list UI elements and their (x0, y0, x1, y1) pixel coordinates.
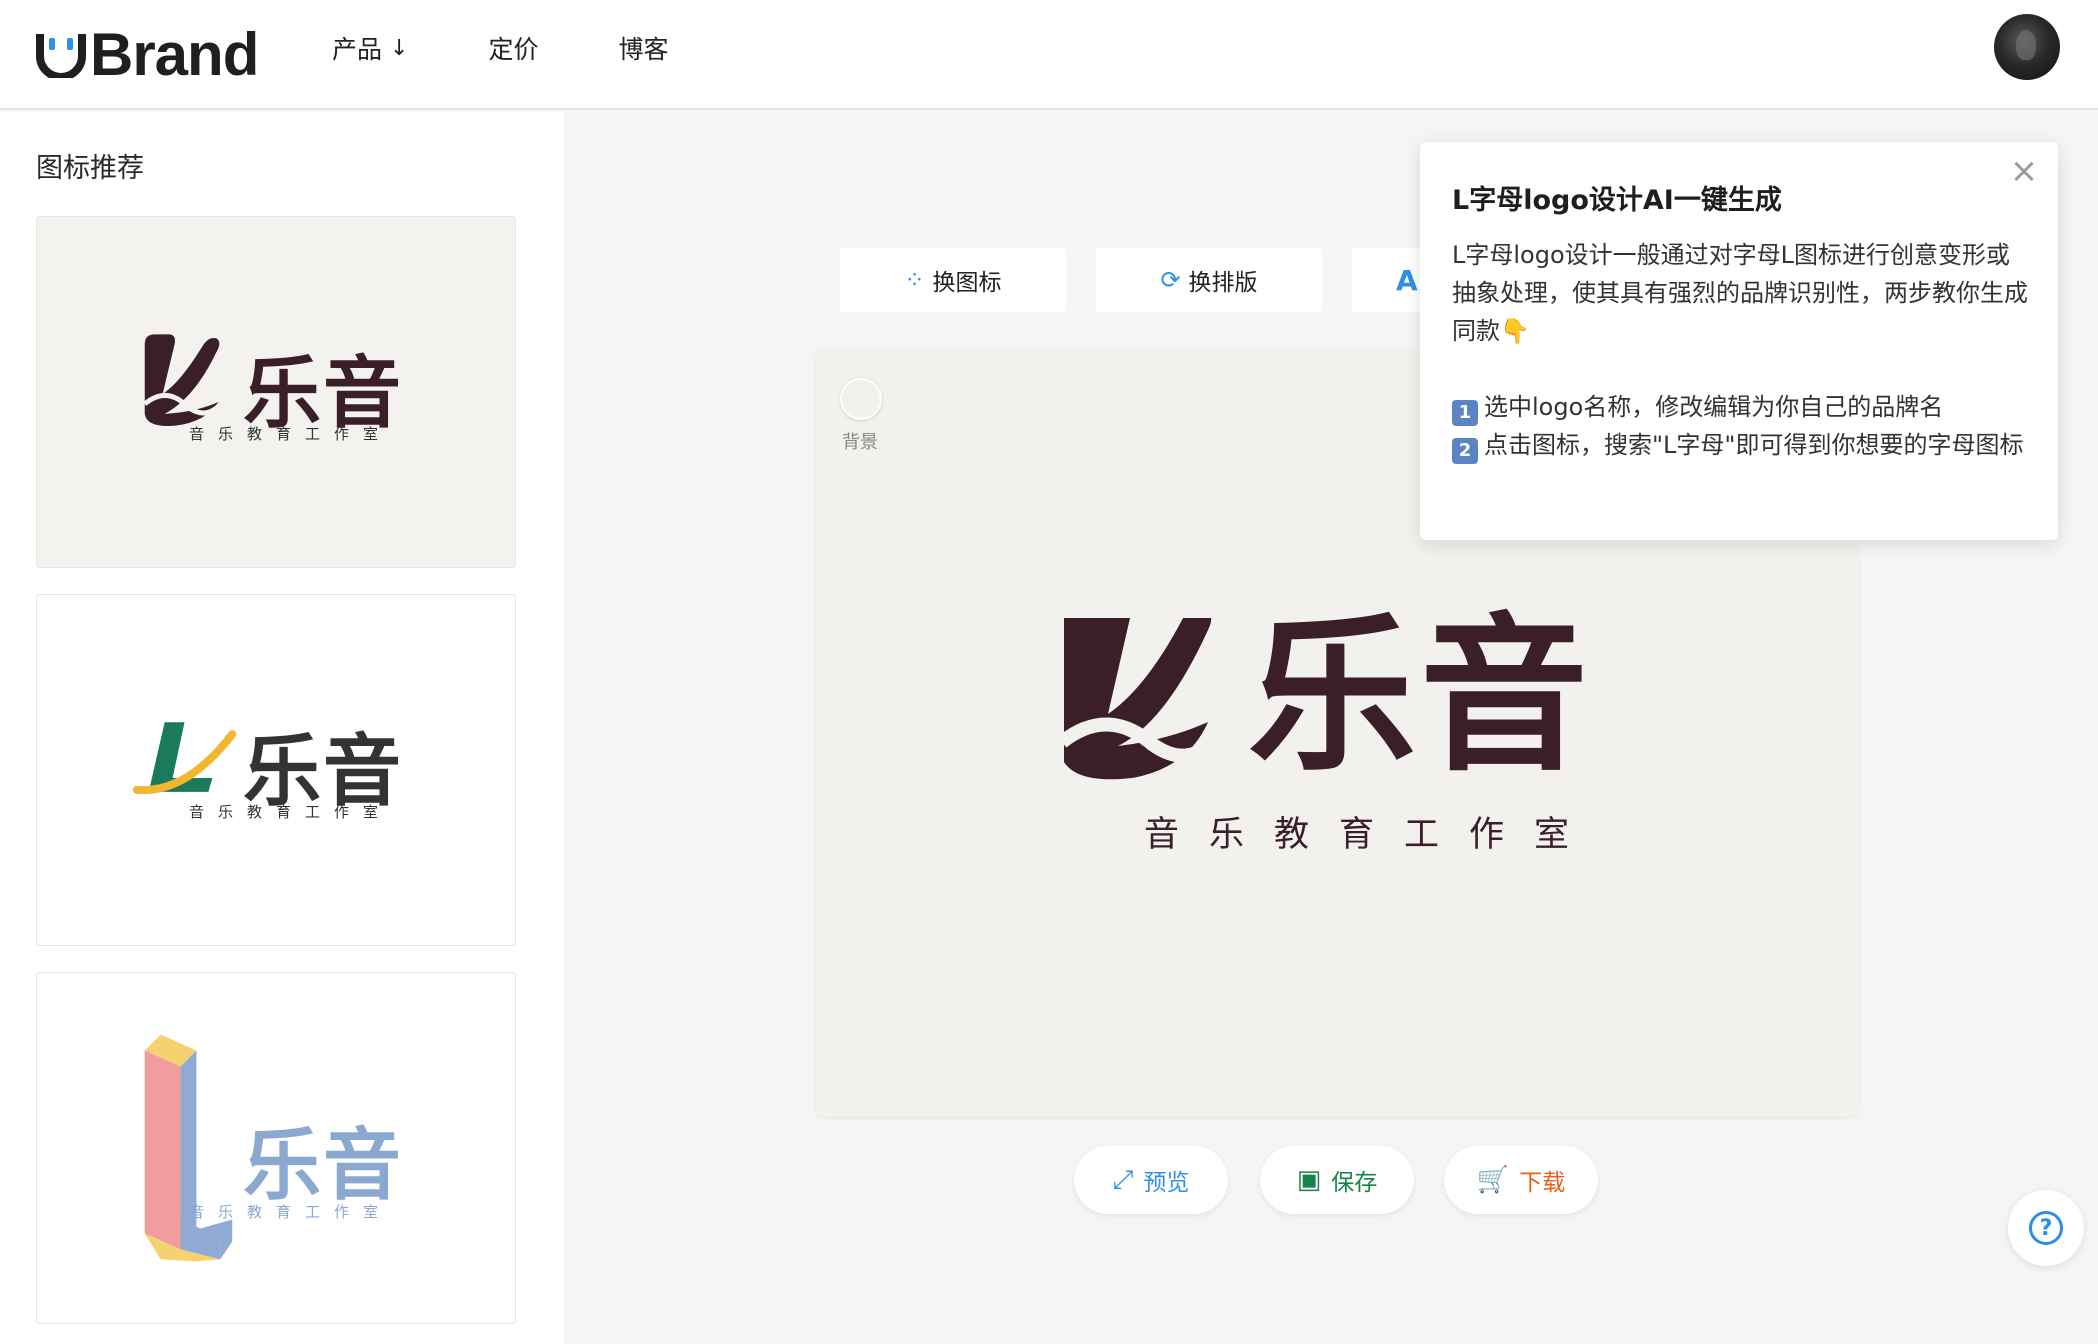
keycap-2-icon: 2 (1452, 438, 1478, 464)
font-icon: A (1396, 263, 1418, 297)
keycap-1-icon: 1 (1452, 400, 1478, 426)
change-icon-button[interactable]: ⁘ 换图标 (840, 248, 1066, 312)
nav-pricing-label: 定价 (488, 35, 539, 64)
top-header: Brand 产品 ↓ 定价 博客 (0, 0, 2098, 110)
expand-icon: ⤢ (1112, 1164, 1134, 1195)
main-logo-text[interactable]: 乐音 (1248, 612, 1592, 780)
card2-logo-sub: 音乐教育工作室 (189, 803, 393, 821)
help-button[interactable]: ? (2008, 1190, 2084, 1266)
sidebar-title: 图标推荐 (36, 153, 144, 184)
popover-step-1-text: 选中logo名称，修改编辑为你自己的品牌名 (1484, 393, 1944, 421)
popover-step-1: 1 选中logo名称，修改编辑为你自己的品牌名 (1452, 388, 2032, 426)
question-icon: ? (2029, 1211, 2063, 1245)
background-label: 背景 (842, 432, 878, 453)
tutorial-popover: × L字母logo设计AI一键生成 L字母logo设计一般通过对字母L图标进行创… (1420, 142, 2058, 540)
nav-blog[interactable]: 博客 (618, 30, 668, 66)
icon-recommend-sidebar: 图标推荐 乐音 音乐教育工作室 乐音 音乐教育工作室 乐音 音乐教育工作室 (0, 112, 564, 1344)
download-label: 下载 (1519, 1170, 1566, 1196)
main-logo-subtitle[interactable]: 音乐教育工作室 (1144, 806, 1599, 857)
nav-blog-label: 博客 (618, 35, 669, 64)
user-avatar[interactable] (1994, 14, 2060, 80)
cart-icon: 🛒 (1476, 1165, 1510, 1195)
background-color-swatch[interactable] (840, 378, 882, 420)
card3-logo-sub: 音乐教育工作室 (189, 1203, 393, 1221)
nav-products[interactable]: 产品 ↓ (332, 30, 408, 66)
card1-logo-sub: 音乐教育工作室 (189, 425, 393, 443)
brand-logo[interactable]: Brand (36, 14, 259, 94)
popover-step-2-text: 点击图标，搜索"L字母"即可得到你想要的字母图标 (1484, 431, 2024, 459)
popover-body: L字母logo设计一般通过对字母L图标进行创意变形或抽象处理，使其具有强烈的品牌… (1452, 236, 2032, 464)
save-button[interactable]: ▣ 保存 (1260, 1146, 1414, 1214)
save-icon: ▣ (1296, 1165, 1322, 1195)
popover-step-2: 2 点击图标，搜索"L字母"即可得到你想要的字母图标 (1452, 426, 2032, 464)
preview-button[interactable]: ⤢ 预览 (1074, 1146, 1228, 1214)
main-nav: 产品 ↓ 定价 博客 (332, 28, 748, 68)
change-layout-button[interactable]: ⟳ 换排版 (1096, 248, 1322, 312)
logo-card-1[interactable]: 乐音 音乐教育工作室 (36, 216, 516, 568)
logo-card-3[interactable]: 乐音 音乐教育工作室 (36, 972, 516, 1324)
nav-products-label: 产品 (332, 35, 383, 64)
brand-name: Brand (90, 20, 259, 88)
save-label: 保存 (1331, 1170, 1378, 1196)
close-icon[interactable]: × (2008, 154, 2040, 188)
logo-card-2[interactable]: 乐音 音乐教育工作室 (36, 594, 516, 946)
nav-pricing[interactable]: 定价 (488, 30, 538, 66)
brand-u-icon (36, 34, 86, 78)
card3-logo-text: 乐音 (243, 1121, 404, 1211)
arrow-down-icon: ↓ (390, 35, 409, 61)
grid-dots-icon: ⁘ (904, 266, 925, 294)
popover-intro: L字母logo设计一般通过对字母L图标进行创意变形或抽象处理，使其具有强烈的品牌… (1452, 241, 2028, 345)
preview-label: 预览 (1143, 1170, 1190, 1196)
change-icon-label: 换图标 (932, 270, 1002, 296)
download-button[interactable]: 🛒 下载 (1444, 1146, 1598, 1214)
change-layout-label: 换排版 (1188, 270, 1258, 296)
popover-title: L字母logo设计AI一键生成 (1452, 185, 1782, 216)
refresh-icon: ⟳ (1160, 266, 1181, 294)
